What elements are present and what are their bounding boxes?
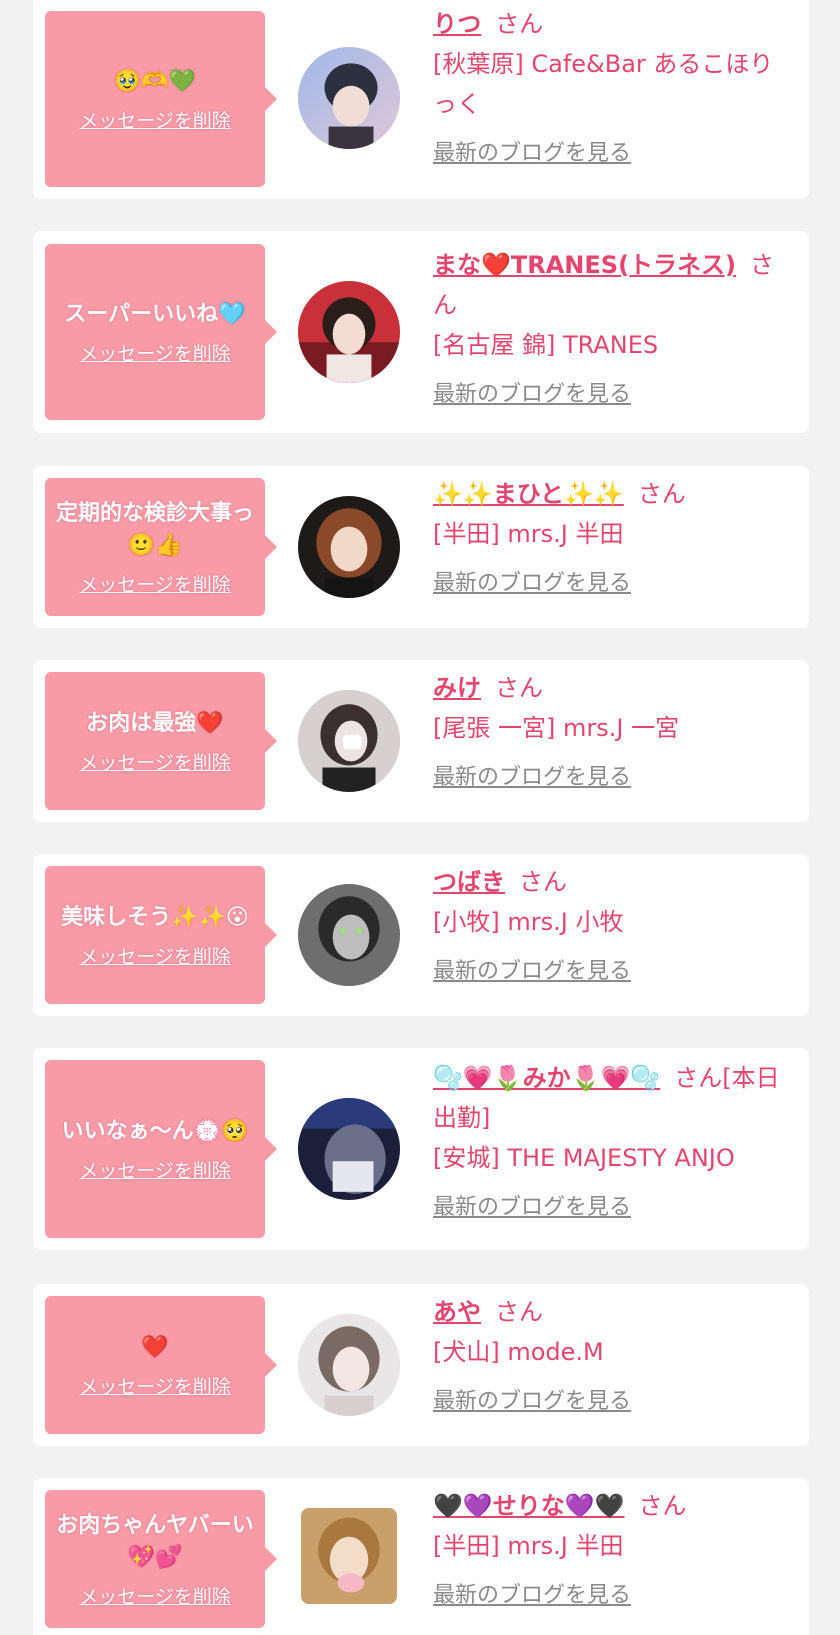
message-bubble: 🥹🫶💚 メッセージを削除 xyxy=(45,11,277,187)
latest-blog-link[interactable]: 最新のブログを見る xyxy=(433,1576,785,1616)
delete-message-link[interactable]: メッセージを削除 xyxy=(79,1372,231,1399)
avatar-photo-icon xyxy=(298,1314,400,1416)
delete-message-link[interactable]: メッセージを削除 xyxy=(79,748,231,775)
cast-name-link[interactable]: つばき xyxy=(433,868,505,896)
message-text: いいなぁ〜ん💮🥺 xyxy=(61,1118,249,1144)
cast-name-link[interactable]: りつ xyxy=(433,10,481,38)
shop-label: [安城] THE MAJESTY ANJO xyxy=(433,1144,735,1172)
delete-message-link[interactable]: メッセージを削除 xyxy=(79,339,231,366)
message-bubble: いいなぁ〜ん💮🥺 メッセージを削除 xyxy=(45,1060,277,1238)
message-card: スーパーいいね🩵 メッセージを削除 まな❤️TRANES(トラネス) さん [名古… xyxy=(33,231,809,433)
message-text: お肉ちゃんヤバーい💖💕 xyxy=(56,1512,254,1570)
honorific: さん xyxy=(638,1492,687,1520)
avatar-photo-icon xyxy=(298,690,400,792)
avatar[interactable] xyxy=(301,1508,397,1604)
shop-label: [名古屋 錦] TRANES xyxy=(433,331,659,359)
avatar-photo-icon xyxy=(298,281,400,383)
honorific: さん xyxy=(637,480,686,508)
shop-label: [半田] mrs.J 半田 xyxy=(433,520,624,548)
message-text: ❤️ xyxy=(141,1334,169,1360)
message-bubble: 美味しそう✨✨😮 メッセージを削除 xyxy=(45,866,277,1004)
message-bubble: スーパーいいね🩵 メッセージを削除 xyxy=(45,244,277,420)
latest-blog-link[interactable]: 最新のブログを見る xyxy=(433,134,785,174)
avatar[interactable] xyxy=(298,884,400,986)
honorific: さん xyxy=(519,868,567,896)
message-text: 🥹🫶💚 xyxy=(113,68,197,94)
message-card: 美味しそう✨✨😮 メッセージを削除 つばき さん [小牧] mrs.J 小牧 最新… xyxy=(33,854,809,1016)
delete-message-link[interactable]: メッセージを削除 xyxy=(79,570,231,597)
message-text: 美味しそう✨✨😮 xyxy=(61,904,249,930)
honorific: さん xyxy=(495,674,543,702)
delete-message-link[interactable]: メッセージを削除 xyxy=(79,1156,231,1183)
avatar-photo-icon xyxy=(298,47,400,149)
message-card: いいなぁ〜ん💮🥺 メッセージを削除 🫧💗🌷みか🌷💗🫧 さん[本日出勤] [安城] … xyxy=(33,1048,809,1250)
latest-blog-link[interactable]: 最新のブログを見る xyxy=(433,1382,785,1422)
avatar-photo-icon xyxy=(298,1098,400,1200)
honorific: さん xyxy=(495,10,544,38)
latest-blog-link[interactable]: 最新のブログを見る xyxy=(433,1188,785,1228)
latest-blog-link[interactable]: 最新のブログを見る xyxy=(433,758,785,798)
cast-name-link[interactable]: まな❤️TRANES(トラネス) xyxy=(433,251,736,279)
shop-label: [秋葉原] Cafe&Bar あるこほりっく xyxy=(433,50,774,118)
delete-message-link[interactable]: メッセージを削除 xyxy=(79,106,231,133)
latest-blog-link[interactable]: 最新のブログを見る xyxy=(433,564,785,604)
message-card: お肉は最強❤️ メッセージを削除 みけ さん [尾張 一宮] mrs.J 一宮 最… xyxy=(33,660,809,822)
avatar-photo-icon xyxy=(298,884,400,986)
avatar[interactable] xyxy=(298,47,400,149)
cast-name-link[interactable]: 🖤💜せりな💜🖤 xyxy=(433,1492,625,1520)
message-text: 定期的な検診大事っ🙂👍 xyxy=(55,500,254,558)
cast-name-link[interactable]: みけ xyxy=(433,674,481,702)
delete-message-link[interactable]: メッセージを削除 xyxy=(79,942,231,969)
message-card: 定期的な検診大事っ🙂👍 メッセージを削除 ✨✨まひと✨✨ さん [半田] mrs.… xyxy=(33,466,809,628)
message-bubble: ❤️ メッセージを削除 xyxy=(45,1296,277,1434)
shop-label: [尾張 一宮] mrs.J 一宮 xyxy=(433,714,680,742)
shop-label: [半田] mrs.J 半田 xyxy=(433,1532,624,1560)
message-bubble: お肉は最強❤️ メッセージを削除 xyxy=(45,672,277,810)
avatar[interactable] xyxy=(298,1314,400,1416)
cast-name-link[interactable]: あや xyxy=(433,1298,481,1326)
avatar-photo-icon xyxy=(298,496,400,598)
avatar-photo-icon xyxy=(301,1508,397,1604)
avatar[interactable] xyxy=(298,690,400,792)
shop-label: [小牧] mrs.J 小牧 xyxy=(433,908,624,936)
shop-label: [犬山] mode.M xyxy=(433,1338,604,1366)
avatar[interactable] xyxy=(298,281,400,383)
message-text: スーパーいいね🩵 xyxy=(64,301,246,327)
message-bubble: 定期的な検診大事っ🙂👍 メッセージを削除 xyxy=(45,478,277,616)
cast-name-link[interactable]: 🫧💗🌷みか🌷💗🫧 xyxy=(433,1064,660,1092)
delete-message-link[interactable]: メッセージを削除 xyxy=(79,1582,231,1609)
latest-blog-link[interactable]: 最新のブログを見る xyxy=(433,375,785,415)
message-card: 🥹🫶💚 メッセージを削除 りつ さん [秋葉原] Cafe&Bar あるこほりっく… xyxy=(33,0,809,199)
avatar[interactable] xyxy=(298,496,400,598)
honorific: さん xyxy=(495,1298,543,1326)
message-card: ❤️ メッセージを削除 あや さん [犬山] mode.M 最新のブログを見る xyxy=(33,1284,809,1446)
latest-blog-link[interactable]: 最新のブログを見る xyxy=(433,952,785,992)
message-text: お肉は最強❤️ xyxy=(86,710,224,736)
message-list: 🥹🫶💚 メッセージを削除 りつ さん [秋葉原] Cafe&Bar あるこほりっく… xyxy=(0,0,840,1635)
message-card: お肉ちゃんヤバーい💖💕 メッセージを削除 🖤💜せりな💜🖤 さん [半田] mrs.… xyxy=(33,1478,809,1635)
cast-name-link[interactable]: ✨✨まひと✨✨ xyxy=(433,480,624,508)
avatar[interactable] xyxy=(298,1098,400,1200)
message-bubble: お肉ちゃんヤバーい💖💕 メッセージを削除 xyxy=(45,1490,277,1628)
